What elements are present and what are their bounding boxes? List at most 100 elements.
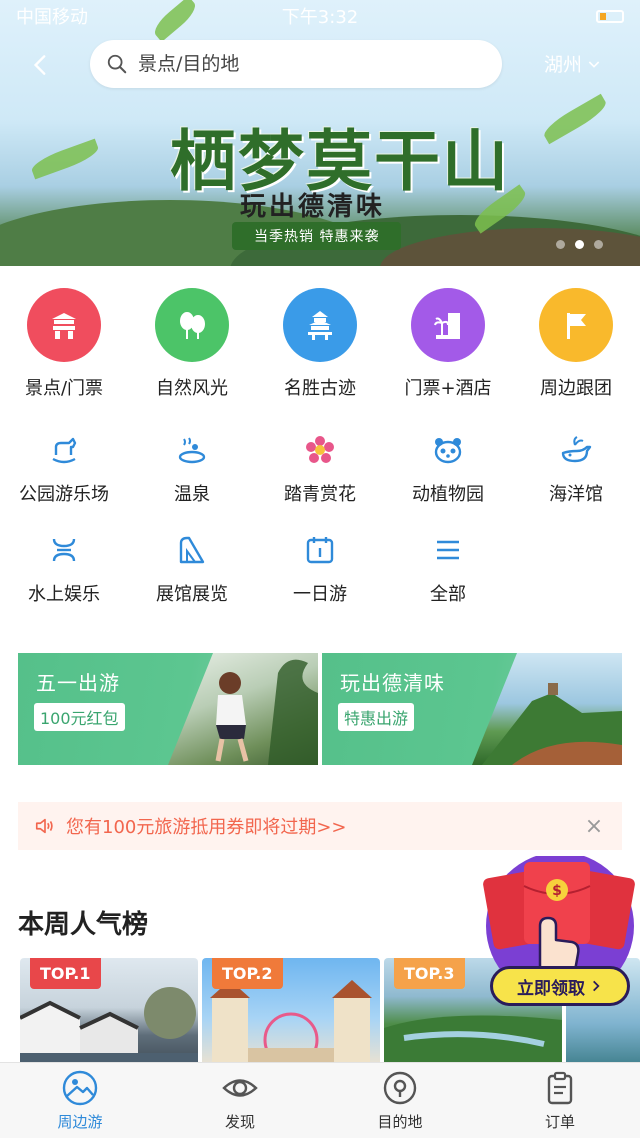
app-root: 中国移动 下午3:32 湖州 栖梦莫干山 玩出德清味 当季 bbox=[0, 0, 640, 1138]
ranking-badge: TOP.3 bbox=[394, 958, 465, 989]
category-flowers[interactable]: 踏青赏花 bbox=[256, 430, 384, 506]
ranking-card-2[interactable]: TOP.2 bbox=[202, 958, 380, 1068]
landscape-icon bbox=[62, 1070, 98, 1106]
category-label: 踏青赏花 bbox=[284, 484, 356, 505]
category-label: 海洋馆 bbox=[549, 484, 603, 505]
promo-photo bbox=[168, 653, 318, 765]
promo-tag: 特惠出游 bbox=[338, 703, 415, 731]
category-label: 门票+酒店 bbox=[404, 378, 492, 399]
category-label: 公园游乐场 bbox=[19, 484, 109, 505]
category-label: 水上娱乐 bbox=[28, 584, 100, 605]
status-time: 下午3:32 bbox=[281, 7, 359, 28]
secondary-category-row: 公园游乐场 温泉 踏青赏花 动植物园 海洋馆 bbox=[0, 430, 640, 506]
calendar-icon bbox=[300, 530, 340, 570]
category-all[interactable]: 全部 bbox=[384, 530, 512, 606]
promo-photo bbox=[472, 653, 622, 765]
category-group-tour[interactable]: 周边跟团 bbox=[512, 288, 640, 400]
status-bar: 中国移动 下午3:32 bbox=[0, 0, 640, 32]
tab-label: 周边游 bbox=[57, 1113, 103, 1131]
hotel-icon bbox=[411, 288, 485, 362]
tertiary-category-row: 水上娱乐 展馆展览 一日游 全部 bbox=[0, 530, 640, 606]
category-label: 周边跟团 bbox=[540, 378, 612, 399]
close-icon[interactable]: × bbox=[582, 814, 606, 839]
menu-icon bbox=[428, 530, 468, 570]
ranking-card-1[interactable]: TOP.1 bbox=[20, 958, 198, 1068]
temple-icon bbox=[283, 288, 357, 362]
category-label: 全部 bbox=[430, 584, 466, 605]
leaf-decoration bbox=[29, 138, 101, 180]
tab-label: 发现 bbox=[224, 1113, 255, 1131]
claim-button[interactable]: 立即领取 bbox=[490, 966, 630, 1006]
category-nature[interactable]: 自然风光 bbox=[128, 288, 256, 400]
category-heritage[interactable]: 名胜古迹 bbox=[256, 288, 384, 400]
hot-spring-icon bbox=[172, 430, 212, 470]
back-button[interactable] bbox=[28, 50, 58, 82]
category-label: 展馆展览 bbox=[156, 584, 228, 605]
category-exhibition[interactable]: 展馆展览 bbox=[128, 530, 256, 606]
banner-subtitle: 玩出德清味 bbox=[240, 192, 386, 222]
flower-icon bbox=[300, 430, 340, 470]
category-label: 动植物园 bbox=[412, 484, 484, 505]
chevron-right-icon bbox=[593, 980, 600, 992]
banner[interactable]: 中国移动 下午3:32 湖州 栖梦莫干山 玩出德清味 当季 bbox=[0, 0, 640, 266]
search-icon bbox=[107, 54, 127, 74]
category-label: 自然风光 bbox=[156, 378, 228, 399]
search-input[interactable] bbox=[138, 53, 438, 75]
carousel-dot-active bbox=[575, 240, 584, 249]
speaker-icon bbox=[35, 818, 53, 834]
category-zoo[interactable]: 动植物园 bbox=[384, 430, 512, 506]
city-label: 湖州 bbox=[544, 54, 583, 76]
svg-text:$: $ bbox=[552, 883, 562, 899]
category-hot-spring[interactable]: 温泉 bbox=[128, 430, 256, 506]
promo-title: 玩出德清味 bbox=[340, 671, 445, 695]
category-aquarium[interactable]: 海洋馆 bbox=[512, 430, 640, 506]
category-label: 名胜古迹 bbox=[284, 378, 356, 399]
water-ride-icon bbox=[44, 530, 84, 570]
category-amusement-park[interactable]: 公园游乐场 bbox=[0, 430, 128, 506]
section-title: 本周人气榜 bbox=[18, 910, 149, 940]
carousel-indicator bbox=[556, 240, 603, 249]
panda-icon bbox=[428, 430, 468, 470]
carousel-dot bbox=[594, 240, 603, 249]
tab-orders[interactable]: 订单 bbox=[480, 1063, 640, 1138]
tab-discover[interactable]: 发现 bbox=[160, 1063, 320, 1138]
gate-icon bbox=[27, 288, 101, 362]
promo-card-mayday[interactable]: 五一出游 100元红包 bbox=[18, 653, 318, 765]
carousel-dot bbox=[556, 240, 565, 249]
promo-title: 五一出游 bbox=[36, 671, 120, 695]
promo-card-deqing[interactable]: 玩出德清味 特惠出游 bbox=[322, 653, 622, 765]
category-label: 景点/门票 bbox=[24, 378, 104, 399]
ranking-badge: TOP.1 bbox=[30, 958, 101, 989]
category-day-trip[interactable]: 一日游 bbox=[256, 530, 384, 606]
city-selector[interactable]: 湖州 bbox=[544, 50, 602, 77]
category-label: 温泉 bbox=[174, 484, 210, 505]
notice-text: 您有100元旅游抵用券即将过期>> bbox=[66, 817, 347, 838]
category-tickets[interactable]: 景点/门票 bbox=[0, 288, 128, 400]
category-ticket-hotel[interactable]: 门票+酒店 bbox=[384, 288, 512, 400]
category-water-fun[interactable]: 水上娱乐 bbox=[0, 530, 128, 606]
whale-icon bbox=[556, 430, 596, 470]
clipboard-icon bbox=[547, 1071, 573, 1105]
banner-tag: 当季热销 特惠来袭 bbox=[232, 222, 402, 250]
tab-nearby[interactable]: 周边游 bbox=[0, 1063, 160, 1138]
battery-icon bbox=[596, 9, 625, 23]
flag-icon bbox=[539, 288, 613, 362]
leaf-decoration bbox=[540, 93, 610, 145]
chevron-down-icon bbox=[588, 60, 600, 68]
ranking-badge: TOP.2 bbox=[212, 958, 283, 989]
search-bar[interactable] bbox=[90, 40, 502, 88]
claim-button-label: 立即领取 bbox=[517, 978, 585, 999]
tab-label: 目的地 bbox=[377, 1113, 423, 1131]
exhibition-icon bbox=[172, 530, 212, 570]
tab-destination[interactable]: 目的地 bbox=[320, 1063, 480, 1138]
coupon-notice[interactable]: 您有100元旅游抵用券即将过期>> × bbox=[18, 802, 622, 850]
tab-label: 订单 bbox=[544, 1113, 575, 1131]
carrier-label: 中国移动 bbox=[16, 7, 88, 28]
primary-category-row: 景点/门票 自然风光 名胜古迹 门票+酒店 周边跟团 bbox=[0, 288, 640, 400]
category-label: 一日游 bbox=[293, 584, 347, 605]
promo-tag: 100元红包 bbox=[34, 703, 125, 731]
status-indicators bbox=[421, 9, 625, 23]
bottom-tab-bar: 周边游 发现 目的地 订单 bbox=[0, 1062, 640, 1138]
tree-icon bbox=[155, 288, 229, 362]
chevron-left-icon bbox=[33, 55, 46, 75]
